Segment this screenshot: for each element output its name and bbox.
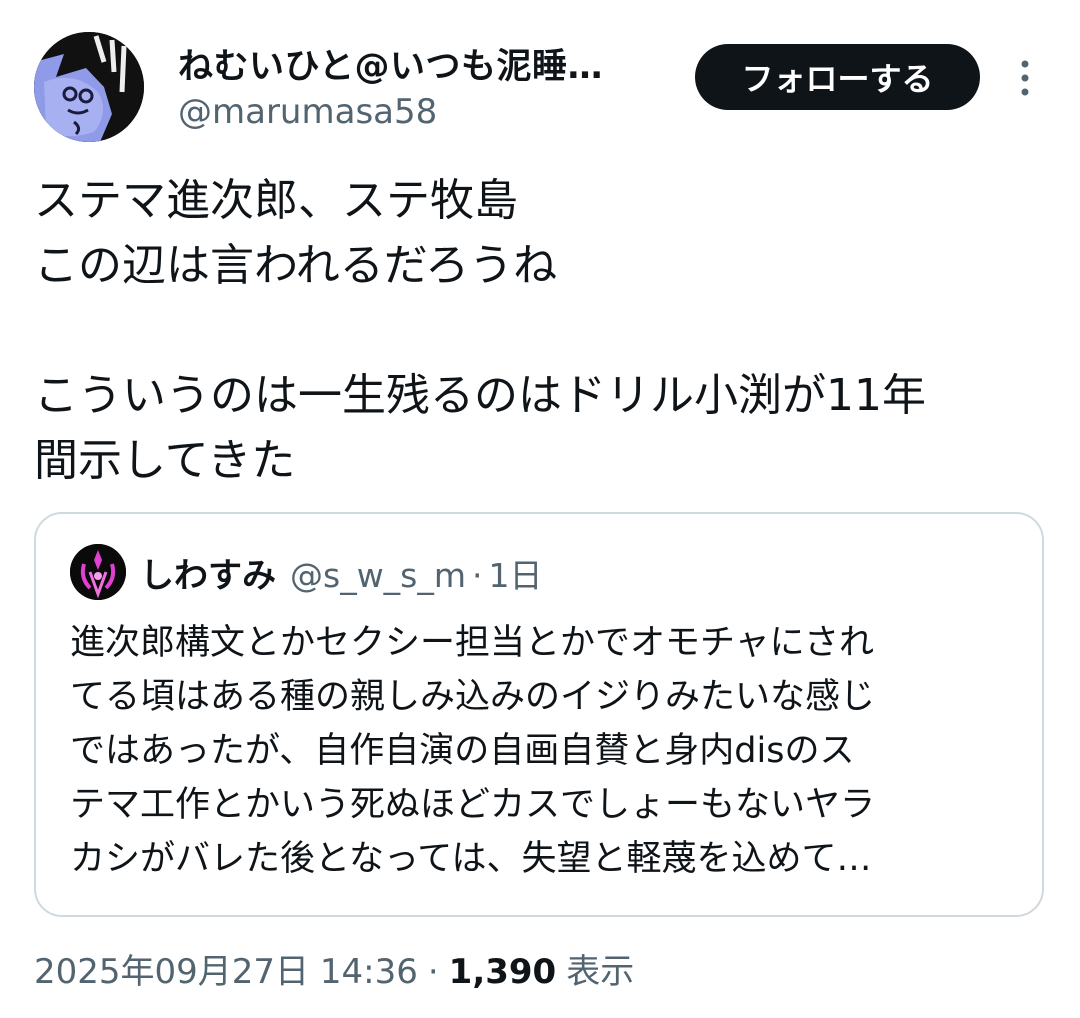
author-display-name[interactable]: ねむいひと@いつも泥睡… — [178, 38, 603, 89]
quote-handle[interactable]: @s_w_s_m — [290, 556, 466, 595]
quote-avatar[interactable] — [70, 544, 126, 600]
quote-header: しわすみ @s_w_s_m · 1日 — [140, 548, 543, 597]
quote-separator: · — [472, 556, 483, 595]
author-avatar[interactable] — [34, 32, 144, 142]
timestamp[interactable]: 2025年09月27日 14:36 — [34, 944, 418, 993]
quoted-tweet-card[interactable]: しわすみ @s_w_s_m · 1日 進次郎構文とかセクシー担当とかでオモチャに… — [34, 512, 1044, 917]
views-count: 1,390 — [448, 952, 557, 992]
more-vertical-icon[interactable] — [1010, 58, 1040, 98]
follow-button[interactable]: フォローする — [695, 44, 980, 110]
quote-display-name[interactable]: しわすみ — [140, 548, 276, 597]
author-handle[interactable]: @marumasa58 — [178, 92, 437, 132]
quote-text: 進次郎構文とかセクシー担当とかでオモチャにされ てる頃はある種の親しみ込みのイジ… — [70, 623, 876, 879]
meta-separator: · — [427, 952, 439, 992]
pink-emblem-avatar-icon — [70, 544, 126, 600]
blue-creature-avatar-icon — [34, 32, 144, 142]
tweet-meta: 2025年09月27日 14:36 · 1,390 表示 — [34, 944, 634, 993]
views-label: 表示 — [566, 952, 635, 992]
tweet-text: ステマ進次郎、ステ牧島 この辺は言われるだろうね こういうのは一生残るのはドリル… — [34, 175, 926, 486]
quote-time[interactable]: 1日 — [489, 549, 543, 597]
